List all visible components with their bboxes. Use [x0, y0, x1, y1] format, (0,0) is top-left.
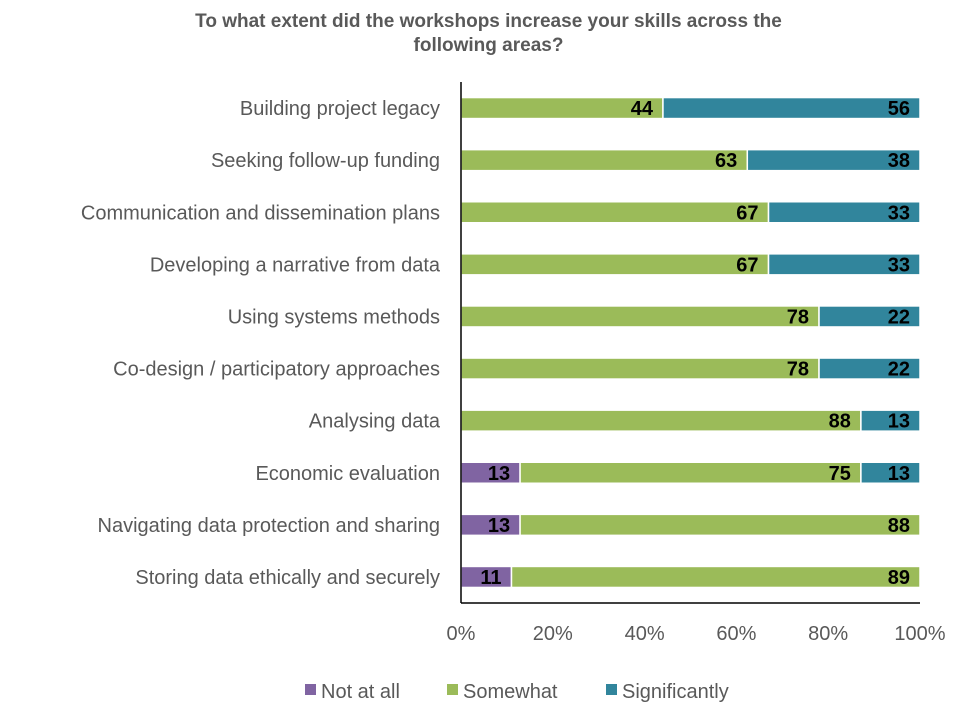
data-label: 13	[888, 411, 910, 433]
data-label: 33	[888, 254, 910, 276]
data-label: 11	[480, 567, 501, 589]
bar-segment	[460, 409, 862, 432]
data-label: 88	[829, 411, 851, 433]
bar-segment	[519, 513, 921, 537]
data-label: 78	[787, 359, 809, 381]
bar-segment	[460, 201, 770, 224]
legend-label: Somewhat	[463, 681, 558, 703]
bar-segment	[662, 96, 921, 120]
x-tick-label: 0%	[447, 623, 476, 645]
category-label: Seeking follow-up funding	[211, 150, 440, 172]
data-label: 13	[488, 515, 510, 537]
legend-swatch	[447, 684, 458, 695]
bar-segment	[460, 253, 770, 276]
x-tick-label: 20%	[533, 623, 573, 645]
data-label: 44	[631, 98, 654, 120]
legend-label: Not at all	[321, 681, 400, 703]
bar-segment	[519, 461, 862, 484]
legend-label: Significantly	[622, 681, 729, 703]
data-label: 22	[888, 359, 910, 381]
stacked-bar-chart: Building project legacy 44 56 Seeking follo…	[81, 82, 946, 703]
x-tick-label: 60%	[716, 623, 756, 645]
legend-swatch	[305, 684, 316, 695]
category-label: Communication and dissemination plans	[81, 202, 440, 224]
x-tick-label: 80%	[808, 623, 848, 645]
data-label: 38	[888, 150, 910, 172]
data-label: 13	[888, 463, 910, 485]
data-label: 22	[888, 306, 910, 328]
bar-segment	[460, 305, 820, 328]
data-label: 88	[888, 515, 910, 537]
category-label: Building project legacy	[240, 98, 440, 120]
data-label: 67	[736, 254, 758, 276]
data-label: 67	[736, 202, 758, 224]
bar-segment	[510, 565, 921, 589]
data-label: 33	[888, 202, 910, 224]
legend-swatch	[606, 684, 617, 695]
bar-segment	[460, 357, 820, 380]
data-label: 78	[787, 306, 809, 328]
data-label: 56	[888, 98, 910, 120]
category-label: Analysing data	[309, 411, 441, 433]
bar-segment	[460, 148, 749, 172]
category-label: Developing a narrative from data	[150, 254, 441, 276]
category-label: Using systems methods	[228, 306, 440, 328]
category-label: Navigating data protection and sharing	[98, 515, 440, 537]
data-label: 63	[715, 150, 737, 172]
data-label: 13	[488, 463, 510, 485]
data-label: 75	[829, 463, 851, 485]
x-tick-label: 40%	[625, 623, 665, 645]
category-label: Economic evaluation	[255, 463, 440, 485]
x-tick-label: 100%	[894, 623, 945, 645]
category-label: Storing data ethically and securely	[135, 567, 440, 589]
category-label: Co-design / participatory approaches	[113, 359, 440, 381]
data-label: 89	[888, 567, 910, 589]
